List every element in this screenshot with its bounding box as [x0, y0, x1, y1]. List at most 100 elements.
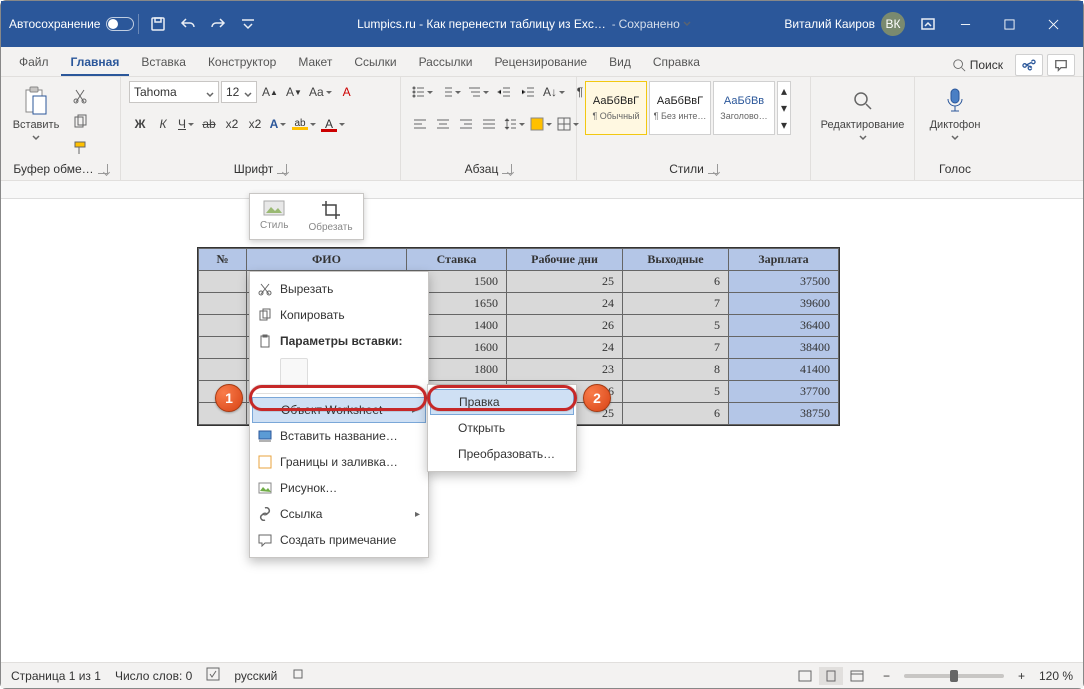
- menu-insert-caption[interactable]: Вставить название…: [250, 423, 428, 449]
- comments-button[interactable]: [1047, 54, 1075, 76]
- shading-icon[interactable]: [528, 113, 554, 135]
- paragraph-launcher[interactable]: [502, 164, 512, 174]
- align-justify-icon[interactable]: [478, 113, 500, 135]
- bullets-icon[interactable]: [409, 81, 435, 103]
- format-painter-icon[interactable]: [69, 137, 91, 159]
- autosave-toggle[interactable]: Автосохранение: [9, 17, 134, 31]
- tab-design[interactable]: Конструктор: [198, 49, 286, 76]
- italic-button[interactable]: К: [152, 113, 174, 135]
- save-status[interactable]: - Сохранено: [612, 17, 691, 31]
- styles-gallery[interactable]: АаБбВвГ¶ Обычный АаБбВвГ¶ Без инте… АаБб…: [585, 81, 791, 135]
- font-name-select[interactable]: Tahoma: [129, 81, 219, 103]
- status-page[interactable]: Страница 1 из 1: [11, 669, 101, 683]
- bold-button[interactable]: Ж: [129, 113, 151, 135]
- strike-button[interactable]: ab: [198, 113, 220, 135]
- qat-customize-icon[interactable]: [239, 15, 257, 33]
- cut-icon[interactable]: [69, 85, 91, 107]
- redo-icon[interactable]: [209, 15, 227, 33]
- macro-icon[interactable]: [291, 667, 305, 684]
- undo-icon[interactable]: [179, 15, 197, 33]
- toggle-switch[interactable]: [106, 17, 134, 31]
- ribbon-display-icon[interactable]: [919, 15, 937, 33]
- menu-borders[interactable]: Границы и заливка…: [250, 449, 428, 475]
- paste-option-keep[interactable]: [280, 358, 308, 386]
- tab-view[interactable]: Вид: [599, 49, 641, 76]
- comment-icon: [256, 531, 274, 549]
- picture-style-icon: [263, 200, 285, 218]
- search-box[interactable]: Поиск: [944, 54, 1011, 76]
- subscript-button[interactable]: x2: [221, 113, 243, 135]
- align-left-icon[interactable]: [409, 113, 431, 135]
- styles-more[interactable]: ▴▾▾: [777, 81, 791, 135]
- superscript-button[interactable]: x2: [244, 113, 266, 135]
- clipboard-launcher[interactable]: [98, 164, 108, 174]
- menu-link[interactable]: Ссылка ▸: [250, 501, 428, 527]
- change-case-icon[interactable]: Aa: [307, 81, 334, 103]
- tab-help[interactable]: Справка: [643, 49, 710, 76]
- menu-picture[interactable]: Рисунок…: [250, 475, 428, 501]
- save-icon[interactable]: [149, 15, 167, 33]
- menu-copy[interactable]: Копировать: [250, 302, 428, 328]
- sort-icon[interactable]: А↓: [541, 81, 567, 103]
- editing-dropdown[interactable]: Редактирование: [818, 81, 908, 145]
- tab-mailings[interactable]: Рассылки: [409, 49, 483, 76]
- font-launcher[interactable]: [277, 164, 287, 174]
- tab-layout[interactable]: Макет: [288, 49, 342, 76]
- copy-icon[interactable]: [69, 111, 91, 133]
- highlight-icon[interactable]: ab: [290, 113, 318, 135]
- mini-crop-button[interactable]: Обрезать: [302, 198, 358, 235]
- submenu-open[interactable]: Открыть: [428, 415, 576, 441]
- zoom-slider[interactable]: [904, 674, 1004, 678]
- spellcheck-icon[interactable]: [206, 667, 220, 684]
- zoom-level[interactable]: 120 %: [1039, 669, 1073, 683]
- font-color-icon[interactable]: A: [319, 113, 347, 135]
- col-header-workdays: Рабочие дни: [507, 249, 623, 271]
- multilevel-icon[interactable]: [465, 81, 491, 103]
- horizontal-ruler[interactable]: [1, 181, 1083, 199]
- indent-decrease-icon[interactable]: [493, 81, 515, 103]
- style-heading[interactable]: АаБбВвЗаголово…: [713, 81, 775, 135]
- view-web-icon[interactable]: [845, 667, 869, 685]
- tab-home[interactable]: Главная: [61, 49, 130, 76]
- close-button[interactable]: [1031, 9, 1075, 39]
- tab-review[interactable]: Рецензирование: [484, 49, 597, 76]
- tab-references[interactable]: Ссылки: [344, 49, 406, 76]
- align-center-icon[interactable]: [432, 113, 454, 135]
- status-words[interactable]: Число слов: 0: [115, 669, 192, 683]
- text-effects-icon[interactable]: A: [267, 113, 289, 135]
- mini-style-button[interactable]: Стиль: [254, 198, 294, 235]
- view-print-icon[interactable]: [819, 667, 843, 685]
- view-focus-icon[interactable]: [793, 667, 817, 685]
- submenu-convert[interactable]: Преобразовать…: [428, 441, 576, 467]
- font-size-select[interactable]: 12: [221, 81, 257, 103]
- zoom-out-icon[interactable]: −: [883, 669, 890, 683]
- minimize-button[interactable]: [943, 9, 987, 39]
- zoom-in-icon[interactable]: +: [1018, 669, 1025, 683]
- status-language[interactable]: русский: [234, 669, 277, 683]
- tab-insert[interactable]: Вставка: [131, 49, 196, 76]
- tab-file[interactable]: Файл: [9, 49, 59, 76]
- paste-button[interactable]: Вставить: [9, 81, 63, 145]
- user-account[interactable]: Виталий Каиров ВК: [784, 12, 905, 36]
- clear-format-icon[interactable]: A: [336, 81, 358, 103]
- col-header-rate: Ставка: [407, 249, 507, 271]
- user-name: Виталий Каиров: [784, 17, 875, 31]
- line-spacing-icon[interactable]: [501, 113, 527, 135]
- indent-increase-icon[interactable]: [517, 81, 539, 103]
- maximize-button[interactable]: [987, 9, 1031, 39]
- share-button[interactable]: [1015, 54, 1043, 76]
- underline-button[interactable]: Ч: [175, 113, 197, 135]
- col-header-weekend: Выходные: [623, 249, 729, 271]
- align-right-icon[interactable]: [455, 113, 477, 135]
- menu-cut[interactable]: Вырезать: [250, 276, 428, 302]
- grow-font-icon[interactable]: A▲: [259, 81, 281, 103]
- statusbar: Страница 1 из 1 Число слов: 0 русский − …: [1, 662, 1083, 688]
- mic-icon: [939, 85, 971, 117]
- numbering-icon[interactable]: [437, 81, 463, 103]
- style-no-spacing[interactable]: АаБбВвГ¶ Без инте…: [649, 81, 711, 135]
- shrink-font-icon[interactable]: A▼: [283, 81, 305, 103]
- menu-new-comment[interactable]: Создать примечание: [250, 527, 428, 553]
- styles-launcher[interactable]: [708, 164, 718, 174]
- style-normal[interactable]: АаБбВвГ¶ Обычный: [585, 81, 647, 135]
- dictate-button[interactable]: Диктофон: [928, 81, 982, 145]
